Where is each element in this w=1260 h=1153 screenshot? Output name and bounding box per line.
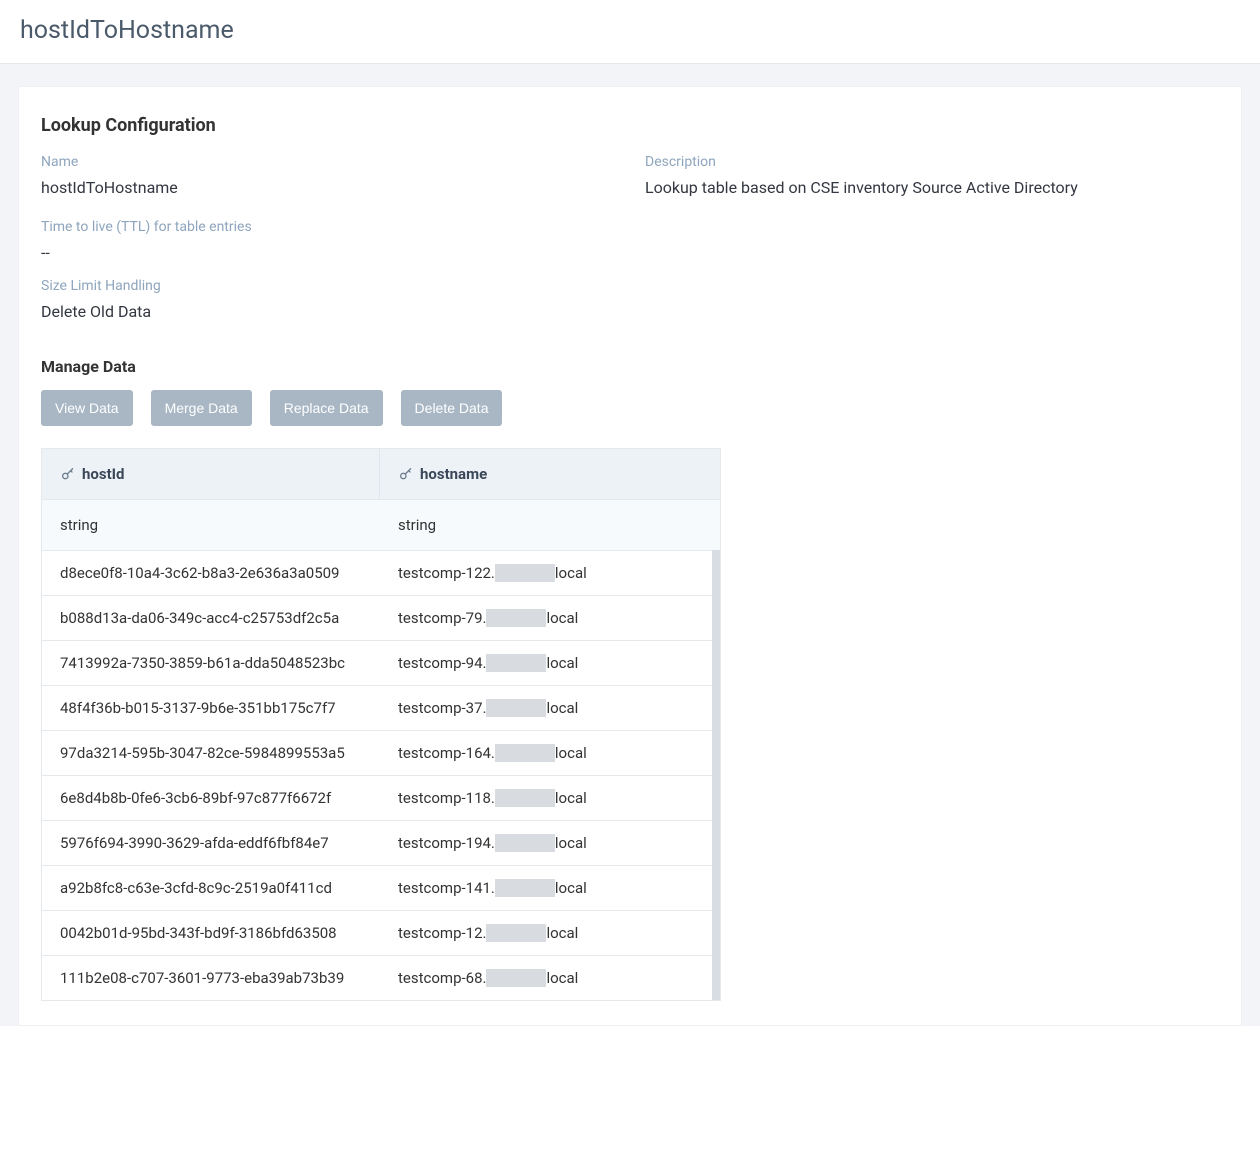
ttl-label: Time to live (TTL) for table entries	[41, 219, 615, 235]
hostname-suffix: local	[555, 789, 587, 807]
redacted-segment	[495, 564, 555, 582]
cell-hostname: testcomp-141. local	[380, 866, 720, 910]
cell-hostname: testcomp-37. local	[380, 686, 720, 730]
redacted-segment	[486, 654, 546, 672]
hostname-prefix: testcomp-194.	[398, 834, 495, 852]
ttl-value: --	[41, 243, 615, 262]
cell-hostid: a92b8fc8-c63e-3cfd-8c9c-2519a0f411cd	[42, 866, 380, 910]
manage-button-row: View Data Merge Data Replace Data Delete…	[41, 390, 1219, 426]
column-header-hostname[interactable]: hostname	[380, 449, 720, 499]
page-body: Lookup Configuration Name hostIdToHostna…	[0, 64, 1260, 1026]
hostname-prefix: testcomp-118.	[398, 789, 495, 807]
view-data-button[interactable]: View Data	[41, 390, 133, 426]
hostname-prefix: testcomp-122.	[398, 564, 495, 582]
hostname-prefix: testcomp-68.	[398, 969, 486, 987]
redacted-segment	[495, 744, 555, 762]
cell-hostid: d8ece0f8-10a4-3c62-b8a3-2e636a3a0509	[42, 551, 380, 595]
page-header: hostIdToHostname	[0, 0, 1260, 64]
hostname-prefix: testcomp-37.	[398, 699, 486, 717]
hostname-suffix: local	[546, 654, 578, 672]
replace-data-button[interactable]: Replace Data	[270, 390, 383, 426]
hostname-prefix: testcomp-164.	[398, 744, 495, 762]
table-row[interactable]: 97da3214-595b-3047-82ce-5984899553a5test…	[42, 730, 720, 775]
cell-hostname: testcomp-12. local	[380, 911, 720, 955]
size-label: Size Limit Handling	[41, 278, 615, 294]
delete-data-button[interactable]: Delete Data	[401, 390, 503, 426]
hostname-suffix: local	[555, 744, 587, 762]
table-type-row: string string	[42, 499, 720, 550]
description-value: Lookup table based on CSE inventory Sour…	[645, 178, 1219, 197]
table-row[interactable]: a92b8fc8-c63e-3cfd-8c9c-2519a0f411cdtest…	[42, 865, 720, 910]
redacted-segment	[486, 699, 546, 717]
cell-hostname: testcomp-194. local	[380, 821, 720, 865]
column-header-hostname-label: hostname	[420, 465, 487, 483]
hostname-suffix: local	[546, 699, 578, 717]
cell-hostname: testcomp-122. local	[380, 551, 720, 595]
hostname-suffix: local	[546, 609, 578, 627]
redacted-segment	[495, 834, 555, 852]
merge-data-button[interactable]: Merge Data	[151, 390, 252, 426]
hostname-suffix: local	[555, 879, 587, 897]
cell-hostid: b088d13a-da06-349c-acc4-c25753df2c5a	[42, 596, 380, 640]
description-label: Description	[645, 154, 1219, 170]
key-icon	[60, 466, 76, 482]
name-value: hostIdToHostname	[41, 178, 615, 197]
redacted-segment	[495, 879, 555, 897]
scrollbar[interactable]	[712, 550, 720, 1000]
config-card: Lookup Configuration Name hostIdToHostna…	[18, 86, 1242, 1026]
table-row[interactable]: 5976f694-3990-3629-afda-eddf6fbf84e7test…	[42, 820, 720, 865]
table-row[interactable]: 0042b01d-95bd-343f-bd9f-3186bfd63508test…	[42, 910, 720, 955]
lookup-config-heading: Lookup Configuration	[41, 115, 1219, 136]
hostname-suffix: local	[555, 564, 587, 582]
page-title: hostIdToHostname	[20, 16, 1240, 45]
table-row[interactable]: 48f4f36b-b015-3137-9b6e-351bb175c7f7test…	[42, 685, 720, 730]
cell-hostname: testcomp-68. local	[380, 956, 720, 1000]
table-row[interactable]: b088d13a-da06-349c-acc4-c25753df2c5atest…	[42, 595, 720, 640]
redacted-segment	[486, 609, 546, 627]
name-label: Name	[41, 154, 615, 170]
cell-hostid: 6e8d4b8b-0fe6-3cb6-89bf-97c877f6672f	[42, 776, 380, 820]
table-row[interactable]: 6e8d4b8b-0fe6-3cb6-89bf-97c877f6672ftest…	[42, 775, 720, 820]
redacted-segment	[486, 924, 546, 942]
type-cell-hostid: string	[42, 500, 380, 550]
column-header-hostid-label: hostId	[82, 465, 124, 483]
hostname-suffix: local	[555, 834, 587, 852]
table-row[interactable]: 7413992a-7350-3859-b61a-dda5048523bctest…	[42, 640, 720, 685]
table-header-row: hostId hostname	[42, 449, 720, 499]
cell-hostid: 5976f694-3990-3629-afda-eddf6fbf84e7	[42, 821, 380, 865]
manage-data-heading: Manage Data	[41, 357, 1219, 376]
hostname-prefix: testcomp-141.	[398, 879, 495, 897]
cell-hostid: 7413992a-7350-3859-b61a-dda5048523bc	[42, 641, 380, 685]
cell-hostid: 111b2e08-c707-3601-9773-eba39ab73b39	[42, 956, 380, 1000]
data-table: hostId hostname string string d8ece0f8-1…	[41, 448, 721, 1001]
redacted-segment	[495, 789, 555, 807]
table-row[interactable]: d8ece0f8-10a4-3c62-b8a3-2e636a3a0509test…	[42, 550, 720, 595]
hostname-prefix: testcomp-79.	[398, 609, 486, 627]
cell-hostid: 48f4f36b-b015-3137-9b6e-351bb175c7f7	[42, 686, 380, 730]
cell-hostname: testcomp-79. local	[380, 596, 720, 640]
cell-hostname: testcomp-118. local	[380, 776, 720, 820]
table-row[interactable]: 111b2e08-c707-3601-9773-eba39ab73b39test…	[42, 955, 720, 1000]
type-cell-hostname: string	[380, 500, 720, 550]
hostname-prefix: testcomp-94.	[398, 654, 486, 672]
table-body: d8ece0f8-10a4-3c62-b8a3-2e636a3a0509test…	[42, 550, 720, 1000]
hostname-suffix: local	[546, 969, 578, 987]
key-icon	[398, 466, 414, 482]
cell-hostname: testcomp-94. local	[380, 641, 720, 685]
column-header-hostid[interactable]: hostId	[42, 449, 380, 499]
redacted-segment	[486, 969, 546, 987]
cell-hostname: testcomp-164. local	[380, 731, 720, 775]
cell-hostid: 97da3214-595b-3047-82ce-5984899553a5	[42, 731, 380, 775]
size-value: Delete Old Data	[41, 302, 615, 321]
cell-hostid: 0042b01d-95bd-343f-bd9f-3186bfd63508	[42, 911, 380, 955]
hostname-suffix: local	[546, 924, 578, 942]
hostname-prefix: testcomp-12.	[398, 924, 486, 942]
